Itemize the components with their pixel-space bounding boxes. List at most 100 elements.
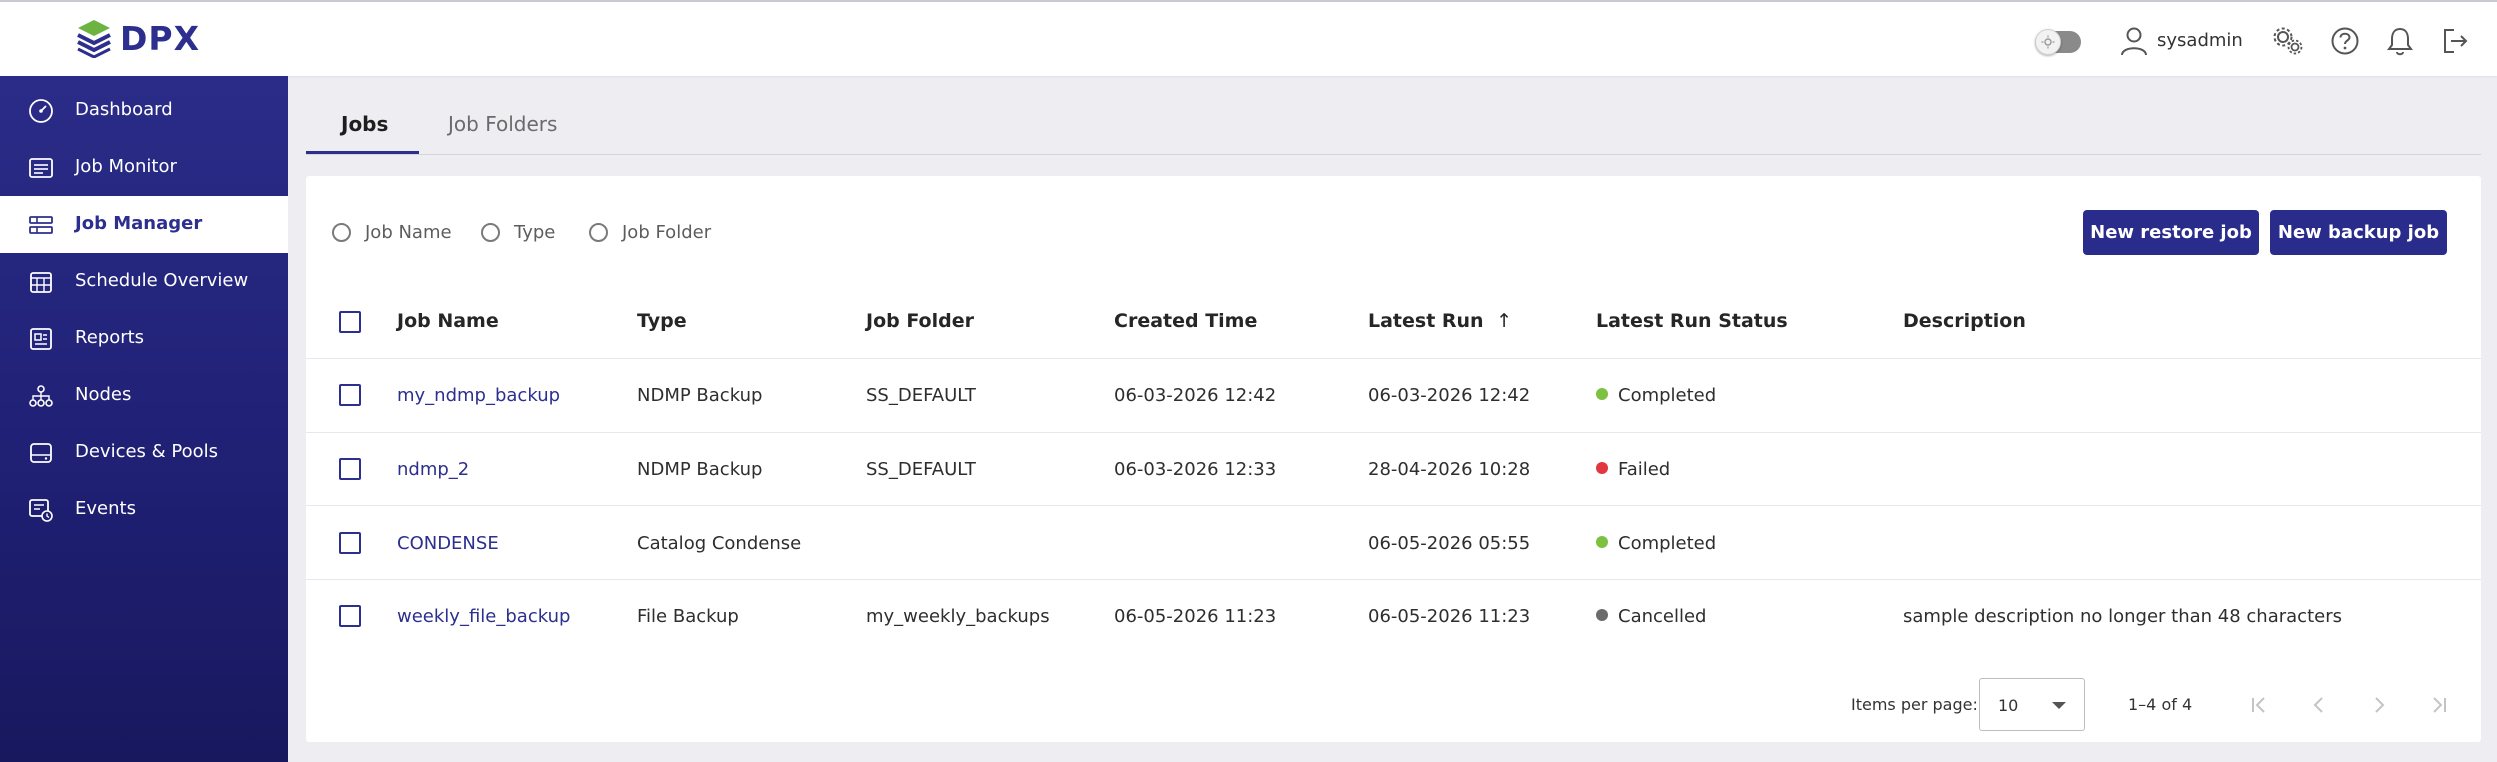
filter-label: Job Name xyxy=(365,222,452,243)
filter-job-folder[interactable]: Job Folder xyxy=(589,222,711,243)
job-name-link[interactable]: my_ndmp_backup xyxy=(397,385,560,406)
row-checkbox[interactable] xyxy=(339,384,361,406)
next-page-icon[interactable] xyxy=(2366,692,2392,718)
pagination-range: 1–4 of 4 xyxy=(2128,695,2193,714)
job-name-link[interactable]: CONDENSE xyxy=(397,533,499,554)
sidebar-item-label: Job Monitor xyxy=(75,156,177,177)
settings-gears-icon[interactable] xyxy=(2272,26,2304,56)
user-icon[interactable] xyxy=(2120,26,2148,56)
sort-ascending-icon[interactable]: ↑ xyxy=(1496,310,1512,332)
latest-run: 28-04-2026 10:28 xyxy=(1368,459,1531,480)
sidebar-item-job-monitor[interactable]: Job Monitor xyxy=(0,139,288,196)
new-backup-job-button[interactable]: New backup job xyxy=(2270,210,2447,255)
row-divider xyxy=(306,505,2481,506)
filter-label: Job Folder xyxy=(622,222,712,243)
sidebar-item-devices-pools[interactable]: Devices & Pools xyxy=(0,424,288,481)
column-header-job-folder[interactable]: Job Folder xyxy=(866,310,974,332)
sidebar-item-label: Events xyxy=(75,498,136,519)
latest-run-status: Completed xyxy=(1596,385,1716,406)
status-label: Completed xyxy=(1618,533,1717,554)
logout-icon[interactable] xyxy=(2440,26,2470,56)
job-name-link[interactable]: weekly_file_backup xyxy=(397,606,570,627)
theme-toggle[interactable] xyxy=(2035,29,2081,55)
events-icon xyxy=(29,499,53,522)
column-header-latest-run-status[interactable]: Latest Run Status xyxy=(1596,310,1788,332)
bell-icon[interactable] xyxy=(2386,26,2414,56)
sidebar-item-job-manager[interactable]: Job Manager xyxy=(0,196,288,253)
latest-run: 06-05-2026 11:23 xyxy=(1368,606,1531,627)
reports-icon xyxy=(30,328,52,350)
toggle-knob xyxy=(2035,29,2061,55)
help-icon[interactable] xyxy=(2330,26,2360,56)
new-restore-job-button[interactable]: New restore job xyxy=(2083,210,2259,255)
column-header-description[interactable]: Description xyxy=(1903,310,2026,332)
items-per-page-label: Items per page: xyxy=(1851,695,1978,714)
radio-button[interactable] xyxy=(481,223,500,242)
status-dot-failed xyxy=(1596,462,1608,474)
status-dot-cancelled xyxy=(1596,609,1608,621)
dpx-logo[interactable]: DPX xyxy=(74,18,200,58)
latest-run-status: Completed xyxy=(1596,533,1716,554)
sidebar-item-label: Job Manager xyxy=(75,213,203,234)
sidebar-item-label: Devices & Pools xyxy=(75,441,219,462)
sidebar-item-events[interactable]: Events xyxy=(0,481,288,538)
column-header-label: Latest Run xyxy=(1368,310,1484,332)
column-header-created-time[interactable]: Created Time xyxy=(1114,310,1257,332)
status-label: Completed xyxy=(1618,385,1717,406)
last-page-icon[interactable] xyxy=(2426,692,2452,718)
job-type: NDMP Backup xyxy=(637,459,763,480)
sidebar-item-label: Dashboard xyxy=(75,99,173,120)
job-type: Catalog Condense xyxy=(637,533,802,554)
job-manager-icon xyxy=(29,216,53,234)
sidebar-item-reports[interactable]: Reports xyxy=(0,310,288,367)
job-folder: my_weekly_backups xyxy=(866,606,1050,627)
sidebar-item-label: Schedule Overview xyxy=(75,270,249,291)
filter-type[interactable]: Type xyxy=(481,222,555,243)
calendar-icon xyxy=(30,272,52,293)
column-header-latest-run[interactable]: Latest Run ↑ xyxy=(1368,310,1512,332)
sidebar-item-nodes[interactable]: Nodes xyxy=(0,367,288,424)
job-folder: SS_DEFAULT xyxy=(866,385,976,406)
dashboard-gauge-icon xyxy=(29,99,53,123)
status-label: Failed xyxy=(1618,459,1671,480)
row-checkbox[interactable] xyxy=(339,532,361,554)
status-dot-completed xyxy=(1596,388,1608,400)
job-monitor-icon xyxy=(29,158,53,178)
created-time: 06-03-2026 12:42 xyxy=(1114,385,1277,406)
sidebar-item-schedule-overview[interactable]: Schedule Overview xyxy=(0,253,288,310)
sidebar-item-dashboard[interactable]: Dashboard xyxy=(0,82,288,139)
sidebar-item-label: Reports xyxy=(75,327,145,348)
job-type: File Backup xyxy=(637,606,739,627)
status-dot-completed xyxy=(1596,536,1608,548)
devices-icon xyxy=(30,443,52,463)
column-header-job-name[interactable]: Job Name xyxy=(397,310,499,332)
select-all-checkbox[interactable] xyxy=(339,311,361,333)
items-per-page-value: 10 xyxy=(1998,696,2019,715)
jobs-card: Job Name Type Job Folder New restore job… xyxy=(306,176,2481,742)
tab-jobs[interactable]: Jobs xyxy=(341,112,388,136)
row-checkbox[interactable] xyxy=(339,605,361,627)
username[interactable]: sysadmin xyxy=(2157,30,2243,51)
nodes-icon xyxy=(29,385,53,407)
row-divider xyxy=(306,432,2481,433)
top-bar: DPX sysadmin xyxy=(0,0,2497,76)
job-name-link[interactable]: ndmp_2 xyxy=(397,459,469,480)
tab-bar: Jobs Job Folders xyxy=(306,100,2481,155)
tab-job-folders[interactable]: Job Folders xyxy=(448,112,557,136)
items-per-page-select[interactable]: 10 xyxy=(1979,678,2085,731)
filter-label: Type xyxy=(514,222,556,243)
chevron-down-icon xyxy=(2052,702,2066,709)
radio-button[interactable] xyxy=(332,223,351,242)
latest-run-status: Failed xyxy=(1596,459,1670,480)
latest-run-status: Cancelled xyxy=(1596,606,1706,627)
column-header-type[interactable]: Type xyxy=(637,310,687,332)
sidebar: Dashboard Job Monitor Job Manager Schedu… xyxy=(0,76,288,762)
row-checkbox[interactable] xyxy=(339,458,361,480)
filter-job-name[interactable]: Job Name xyxy=(332,222,452,243)
first-page-icon[interactable] xyxy=(2246,692,2272,718)
active-tab-indicator xyxy=(306,151,419,154)
previous-page-icon[interactable] xyxy=(2306,692,2332,718)
row-divider xyxy=(306,358,2481,359)
radio-button[interactable] xyxy=(589,223,608,242)
job-folder: SS_DEFAULT xyxy=(866,459,976,480)
